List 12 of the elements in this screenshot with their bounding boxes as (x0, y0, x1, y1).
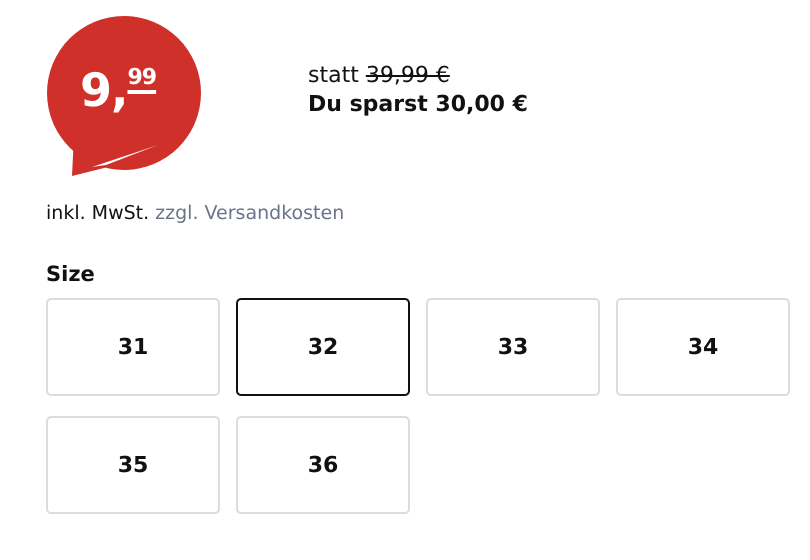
size-option[interactable]: 31 (46, 298, 220, 396)
shipping-link[interactable]: zzgl. Versandkosten (155, 202, 344, 224)
size-label: Size (46, 262, 96, 286)
statt-label: statt (308, 63, 359, 88)
savings-text: Du sparst 30,00 € (308, 92, 528, 117)
size-option[interactable]: 33 (426, 298, 600, 396)
size-option[interactable]: 32 (236, 298, 410, 396)
size-option[interactable]: 34 (616, 298, 790, 396)
tax-note: inkl. MwSt. (46, 202, 150, 224)
size-option[interactable]: 36 (236, 416, 410, 514)
old-price: 39,99 € (366, 63, 450, 88)
size-option[interactable]: 35 (46, 416, 220, 514)
